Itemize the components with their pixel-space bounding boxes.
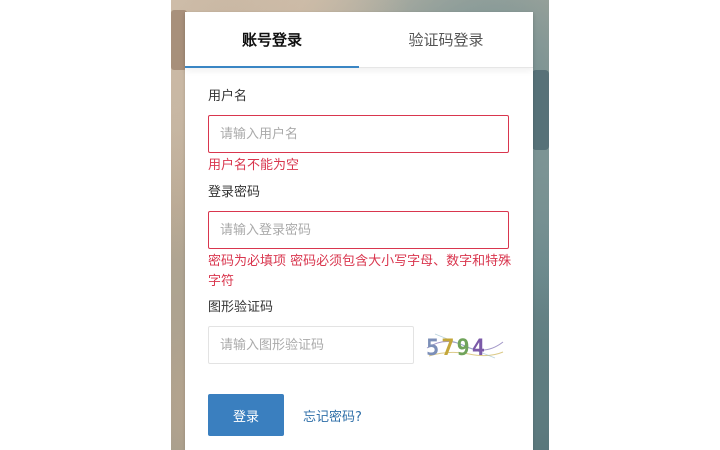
username-input[interactable] — [220, 116, 508, 152]
username-label: 用户名 — [208, 89, 248, 104]
forgot-password-link[interactable]: 忘记密码? — [303, 406, 362, 425]
password-error: 密码为必填项 密码必须包含大小写字母、数字和特殊字符 — [208, 254, 512, 289]
tab-sms-login[interactable]: 验证码登录 — [359, 12, 533, 67]
form-actions: 登录 忘记密码? — [208, 394, 510, 436]
password-field-wrapper — [208, 211, 509, 249]
captcha-input[interactable] — [220, 327, 413, 363]
captcha-row: 5794 — [208, 326, 510, 364]
background-decoration — [532, 70, 549, 150]
password-input[interactable] — [220, 212, 508, 248]
login-card: 账号登录 验证码登录 用户名 用户名不能为空 登录密码 密码为必填项 密码必须包… — [185, 12, 533, 450]
tab-account-login[interactable]: 账号登录 — [185, 12, 359, 68]
captcha-field-wrapper — [208, 326, 414, 364]
username-field-wrapper — [208, 115, 509, 153]
username-error: 用户名不能为空 — [208, 158, 300, 173]
login-form: 用户名 用户名不能为空 登录密码 密码为必填项 密码必须包含大小写字母、数字和特… — [185, 68, 533, 436]
captcha-label: 图形验证码 — [208, 300, 274, 315]
captcha-image-graphic: 5794 — [426, 333, 504, 361]
captcha-char: 5794 — [426, 336, 485, 361]
login-button[interactable]: 登录 — [208, 394, 284, 436]
captcha-image[interactable]: 5794 — [425, 328, 505, 362]
password-label: 登录密码 — [208, 185, 261, 200]
login-tabs: 账号登录 验证码登录 — [185, 12, 533, 68]
